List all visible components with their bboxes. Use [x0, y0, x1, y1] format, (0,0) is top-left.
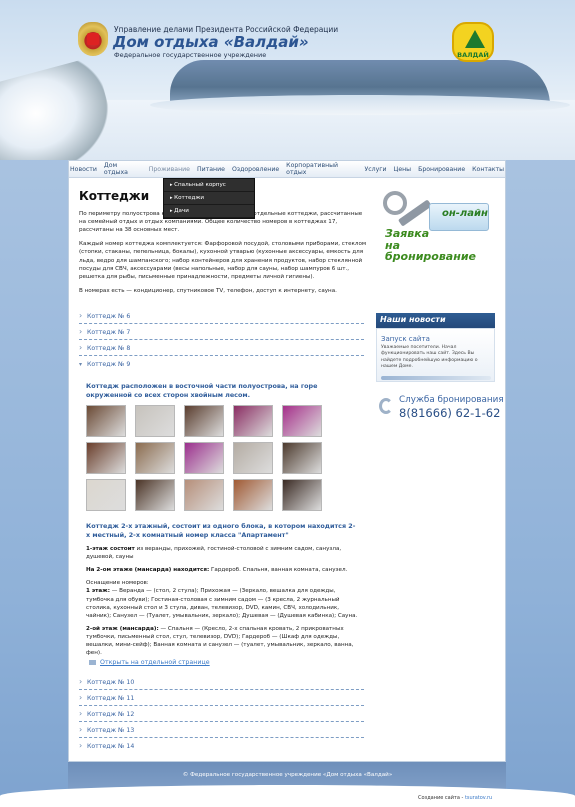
- intro-text: По периметру полуострова на берегу озера…: [79, 210, 367, 301]
- gallery-thumbnail[interactable]: [233, 405, 273, 437]
- nav-accommodation[interactable]: Проживание: [148, 164, 191, 175]
- gallery-thumbnail[interactable]: [86, 405, 126, 437]
- dropdown-item-dachas[interactable]: Дачи: [164, 205, 254, 218]
- nav-corporate[interactable]: Корпоративный отдых: [285, 160, 358, 178]
- news-box: Запуск сайта Уважаемые посетители. Начал…: [376, 328, 495, 382]
- accordion-label: Коттедж № 7: [87, 329, 131, 336]
- dropdown-item-cottages[interactable]: Коттеджи: [164, 192, 254, 205]
- gallery-thumbnail[interactable]: [184, 479, 224, 511]
- intro-paragraph: Каждый номер коттеджа комплектуется: Фар…: [79, 241, 367, 280]
- dropdown-item-main-building[interactable]: Спальный корпус: [164, 179, 254, 192]
- accordion-label: Коттедж № 13: [87, 727, 135, 734]
- booking-request-text: Заявка на бронирование: [385, 228, 493, 263]
- accordion-cottage-13[interactable]: Коттедж № 13: [79, 723, 364, 738]
- cottage-location-heading: Коттедж расположен в восточной части пол…: [86, 382, 318, 399]
- gallery-thumbnail[interactable]: [184, 405, 224, 437]
- gallery-thumbnail[interactable]: [233, 479, 273, 511]
- nav-food[interactable]: Питание: [196, 164, 226, 175]
- accordion-cottage-11[interactable]: Коттедж № 11: [79, 691, 364, 706]
- accordion-cottage-10[interactable]: Коттедж № 10: [79, 675, 364, 690]
- nav-booking[interactable]: Бронирование: [417, 164, 466, 175]
- coat-of-arms-icon: [78, 22, 108, 56]
- accordion-cottage-9[interactable]: Коттедж № 9: [79, 357, 364, 372]
- open-page-icon: [89, 660, 96, 665]
- gallery-thumbnail[interactable]: [86, 442, 126, 474]
- accordion-cottage-7[interactable]: Коттедж № 7: [79, 325, 364, 340]
- accordion-cottage-8[interactable]: Коттедж № 8: [79, 341, 364, 356]
- accordion-cottage-14[interactable]: Коттедж № 14: [79, 739, 364, 754]
- accordion-label: Коттедж № 9: [87, 361, 131, 368]
- gallery-thumbnail[interactable]: [282, 405, 322, 437]
- nav-health[interactable]: Оздоровление: [231, 164, 280, 175]
- nav-resort[interactable]: Дом отдыха: [103, 160, 143, 178]
- tree-icon: [465, 30, 485, 48]
- accommodation-dropdown: Спальный корпус Коттеджи Дачи: [163, 178, 255, 219]
- accordion-label: Коттедж № 12: [87, 711, 135, 718]
- copyright: © Федеральное государственное учреждение…: [182, 772, 393, 778]
- floor2-paragraph: На 2-ом этаже (мансарда) находится: Гард…: [86, 566, 358, 574]
- request-line-2: на бронирование: [385, 238, 477, 264]
- made-by-label: Создание сайта -: [418, 795, 465, 801]
- gallery-thumbnail[interactable]: [135, 405, 175, 437]
- gallery-thumbnail[interactable]: [184, 442, 224, 474]
- online-text: он-лайн: [442, 208, 488, 219]
- news-scrollbar[interactable]: [381, 376, 491, 380]
- news-headline[interactable]: Запуск сайта: [381, 335, 430, 343]
- header: Управление делами Президента Российской …: [0, 0, 575, 160]
- accordion-label: Коттедж № 10: [87, 679, 135, 686]
- content-box: Новости Дом отдыха Проживание Питание Оз…: [68, 160, 506, 762]
- gallery-thumbnail[interactable]: [233, 442, 273, 474]
- gallery-thumbnail[interactable]: [135, 442, 175, 474]
- intro-paragraph: В номерах есть — кондиционер, спутниково…: [79, 287, 337, 294]
- equipment-floor1-text: — Веранда — (стол, 2 стула); Прихожая — …: [86, 588, 358, 619]
- booking-service-label: Служба бронирования: [399, 395, 504, 405]
- accordion-label: Коттедж № 8: [87, 345, 131, 352]
- valdai-logo[interactable]: ВАЛДАЙ: [452, 22, 494, 62]
- accordion-label: Коттедж № 6: [87, 313, 131, 320]
- cottage-layout-heading: Коттедж 2-х этажный, состоит из одного б…: [86, 522, 356, 539]
- gallery-thumbnail[interactable]: [135, 479, 175, 511]
- cottage-description: 1-этаж состоит из веранды, прихожей, гос…: [86, 545, 358, 662]
- equipment-floor1: 1 этаж: — Веранда — (стол, 2 стула); При…: [86, 587, 358, 619]
- floor2-label: На 2-ом этаже (мансарда) находится:: [86, 567, 210, 574]
- nav-services[interactable]: Услуги: [363, 164, 387, 175]
- booking-phone[interactable]: 8(81666) 62-1-62: [399, 406, 500, 420]
- nav-prices[interactable]: Цены: [393, 164, 413, 175]
- equipment-floor2-label: 2-ой этаж (мансарда):: [86, 625, 159, 632]
- site-title[interactable]: Дом отдыха «Валдай»: [113, 33, 309, 51]
- gallery-thumbnail[interactable]: [282, 442, 322, 474]
- accordion-cottage-12[interactable]: Коттедж № 12: [79, 707, 364, 722]
- nav-news[interactable]: Новости: [69, 164, 98, 175]
- accordion-cottage-6[interactable]: Коттедж № 6: [79, 309, 364, 324]
- key-ring-icon: [383, 191, 407, 215]
- main-nav: Новости Дом отдыха Проживание Питание Оз…: [69, 161, 505, 178]
- floor2-text: Гардероб. Спальня, ванная комната, сануз…: [209, 567, 348, 574]
- news-title: Наши новости: [376, 313, 495, 328]
- equipment-floor2: 2-ой этаж (мансарда): — Спальня — (Кресл…: [86, 625, 358, 657]
- online-booking-banner[interactable]: он-лайн Заявка на бронирование: [381, 183, 493, 262]
- site-subtitle: Федеральное государственное учреждение: [114, 51, 267, 59]
- gallery-thumbnail[interactable]: [282, 479, 322, 511]
- floor1-paragraph: 1-этаж состоит из веранды, прихожей, гос…: [86, 545, 358, 561]
- gallery-thumbnail[interactable]: [86, 479, 126, 511]
- equipment-paragraph: Оснащение номеров:: [86, 579, 358, 587]
- snowy-branch: [0, 56, 121, 160]
- phone-icon: [379, 398, 393, 414]
- photo-gallery: [86, 405, 336, 511]
- accordion-label: Коттедж № 11: [87, 695, 135, 702]
- floor1-label: 1-этаж состоит: [86, 546, 135, 552]
- open-separate-page-link[interactable]: Открыть на отдельной странице: [100, 659, 210, 666]
- forest-illustration: [150, 60, 570, 115]
- equipment-floor1-label: 1 этаж:: [86, 588, 110, 595]
- accordion-label: Коттедж № 14: [87, 743, 135, 750]
- made-by-link[interactable]: tsuratov.ru: [465, 795, 492, 801]
- made-by: Создание сайта - tsuratov.ru: [418, 795, 492, 801]
- equipment-title: Оснащение номеров:: [86, 580, 149, 587]
- news-text: Уважаемые посетители. Начал функциониров…: [381, 345, 478, 370]
- logo-text: ВАЛДАЙ: [457, 51, 489, 59]
- nav-contacts[interactable]: Контакты: [471, 164, 505, 175]
- page-title: Коттеджи: [79, 189, 150, 203]
- online-tag: он-лайн: [429, 203, 489, 231]
